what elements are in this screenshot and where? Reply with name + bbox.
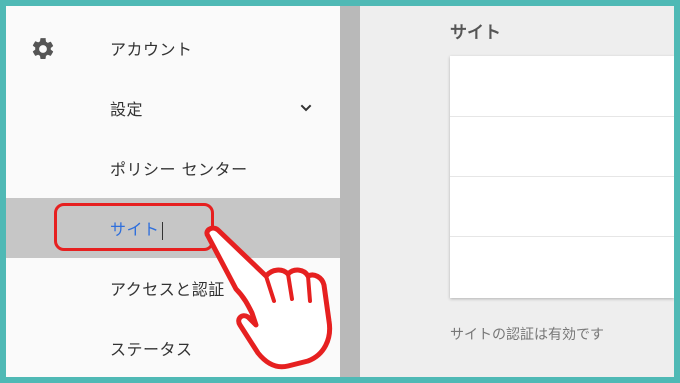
status-text: サイトの認証は有効です <box>450 327 604 343</box>
sidebar-item-label: ポリシー センター <box>110 160 248 179</box>
page-title: サイト <box>450 23 501 43</box>
chevron-down-icon[interactable] <box>298 100 314 116</box>
screen: アカウント 設定 ポリシー センター サイト アクセスと認証 ステータス サイト… <box>6 6 674 377</box>
sidebar-item-policy-center[interactable]: ポリシー センター <box>6 138 340 198</box>
card-divider <box>450 116 674 117</box>
sidebar-item-label: 設定 <box>110 100 144 119</box>
screenshot-frame: アカウント 設定 ポリシー センター サイト アクセスと認証 ステータス サイト… <box>0 0 680 383</box>
sidebar-item-label: アカウント <box>110 40 193 59</box>
pointing-hand-icon <box>204 225 333 370</box>
card-divider <box>450 236 674 237</box>
sites-card <box>450 56 674 298</box>
sidebar-item-label: ステータス <box>110 340 193 359</box>
main-content: サイト サイトの認証は有効です <box>360 6 674 377</box>
sidebar-item-account[interactable]: アカウント <box>6 18 340 78</box>
card-divider <box>450 176 674 177</box>
highlight-annotation <box>54 203 214 251</box>
sidebar-item-settings[interactable]: 設定 <box>6 78 340 138</box>
